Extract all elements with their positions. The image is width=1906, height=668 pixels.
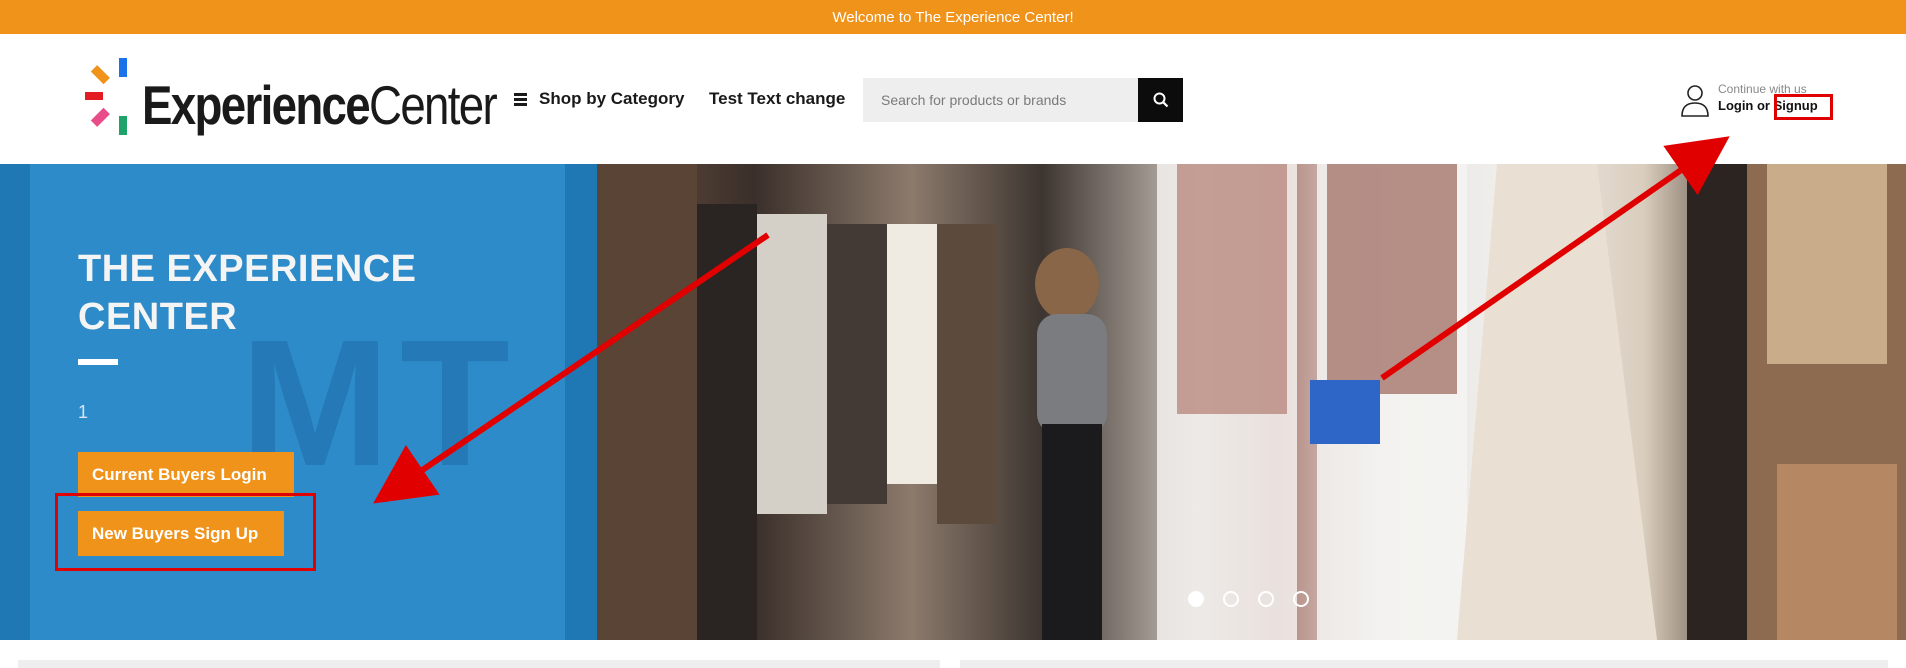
content-panel: [18, 660, 940, 668]
site-logo[interactable]: ExperienceCenter: [82, 58, 498, 148]
signup-highlight-box: [55, 493, 316, 571]
site-header: ExperienceCenter Shop by Category Test T…: [0, 34, 1906, 164]
carousel-dot[interactable]: [1293, 591, 1309, 607]
search-button[interactable]: [1138, 78, 1183, 122]
logo-burst-icon: [85, 58, 127, 135]
test-text-link[interactable]: Test Text change: [709, 89, 845, 109]
content-panel: [960, 660, 1888, 668]
shop-by-category-menu[interactable]: Shop by Category: [514, 89, 684, 109]
current-buyers-login-button[interactable]: Current Buyers Login: [78, 452, 294, 497]
person-icon: [1681, 85, 1709, 117]
logo-wordmark: ExperienceCenter: [142, 74, 498, 136]
carousel-dot[interactable]: [1188, 591, 1204, 607]
hamburger-icon: [514, 93, 527, 106]
shop-by-category-label: Shop by Category: [539, 89, 685, 108]
carousel-dots: [1188, 591, 1309, 607]
carousel-dot[interactable]: [1258, 591, 1274, 607]
signup-highlight-box: [1774, 94, 1833, 120]
search-icon: [1153, 92, 1168, 108]
welcome-banner: Welcome to The Experience Center!: [0, 0, 1906, 34]
search-input[interactable]: [863, 78, 1138, 122]
carousel-dot[interactable]: [1223, 591, 1239, 607]
hero-title: THE EXPERIENCE CENTER: [78, 248, 417, 338]
clothing-store-photo: [597, 164, 1906, 640]
search-bar: [863, 78, 1183, 122]
hero-carousel: MT THE EXPERIENCE CENTER 1 Current Buyer…: [0, 164, 1906, 640]
slide-number: 1: [78, 402, 89, 422]
panel-edge: [0, 164, 30, 640]
panel-edge: [565, 164, 597, 640]
welcome-text: Welcome to The Experience Center!: [832, 8, 1074, 26]
hero-image: [597, 164, 1906, 640]
title-underline: [78, 359, 118, 365]
